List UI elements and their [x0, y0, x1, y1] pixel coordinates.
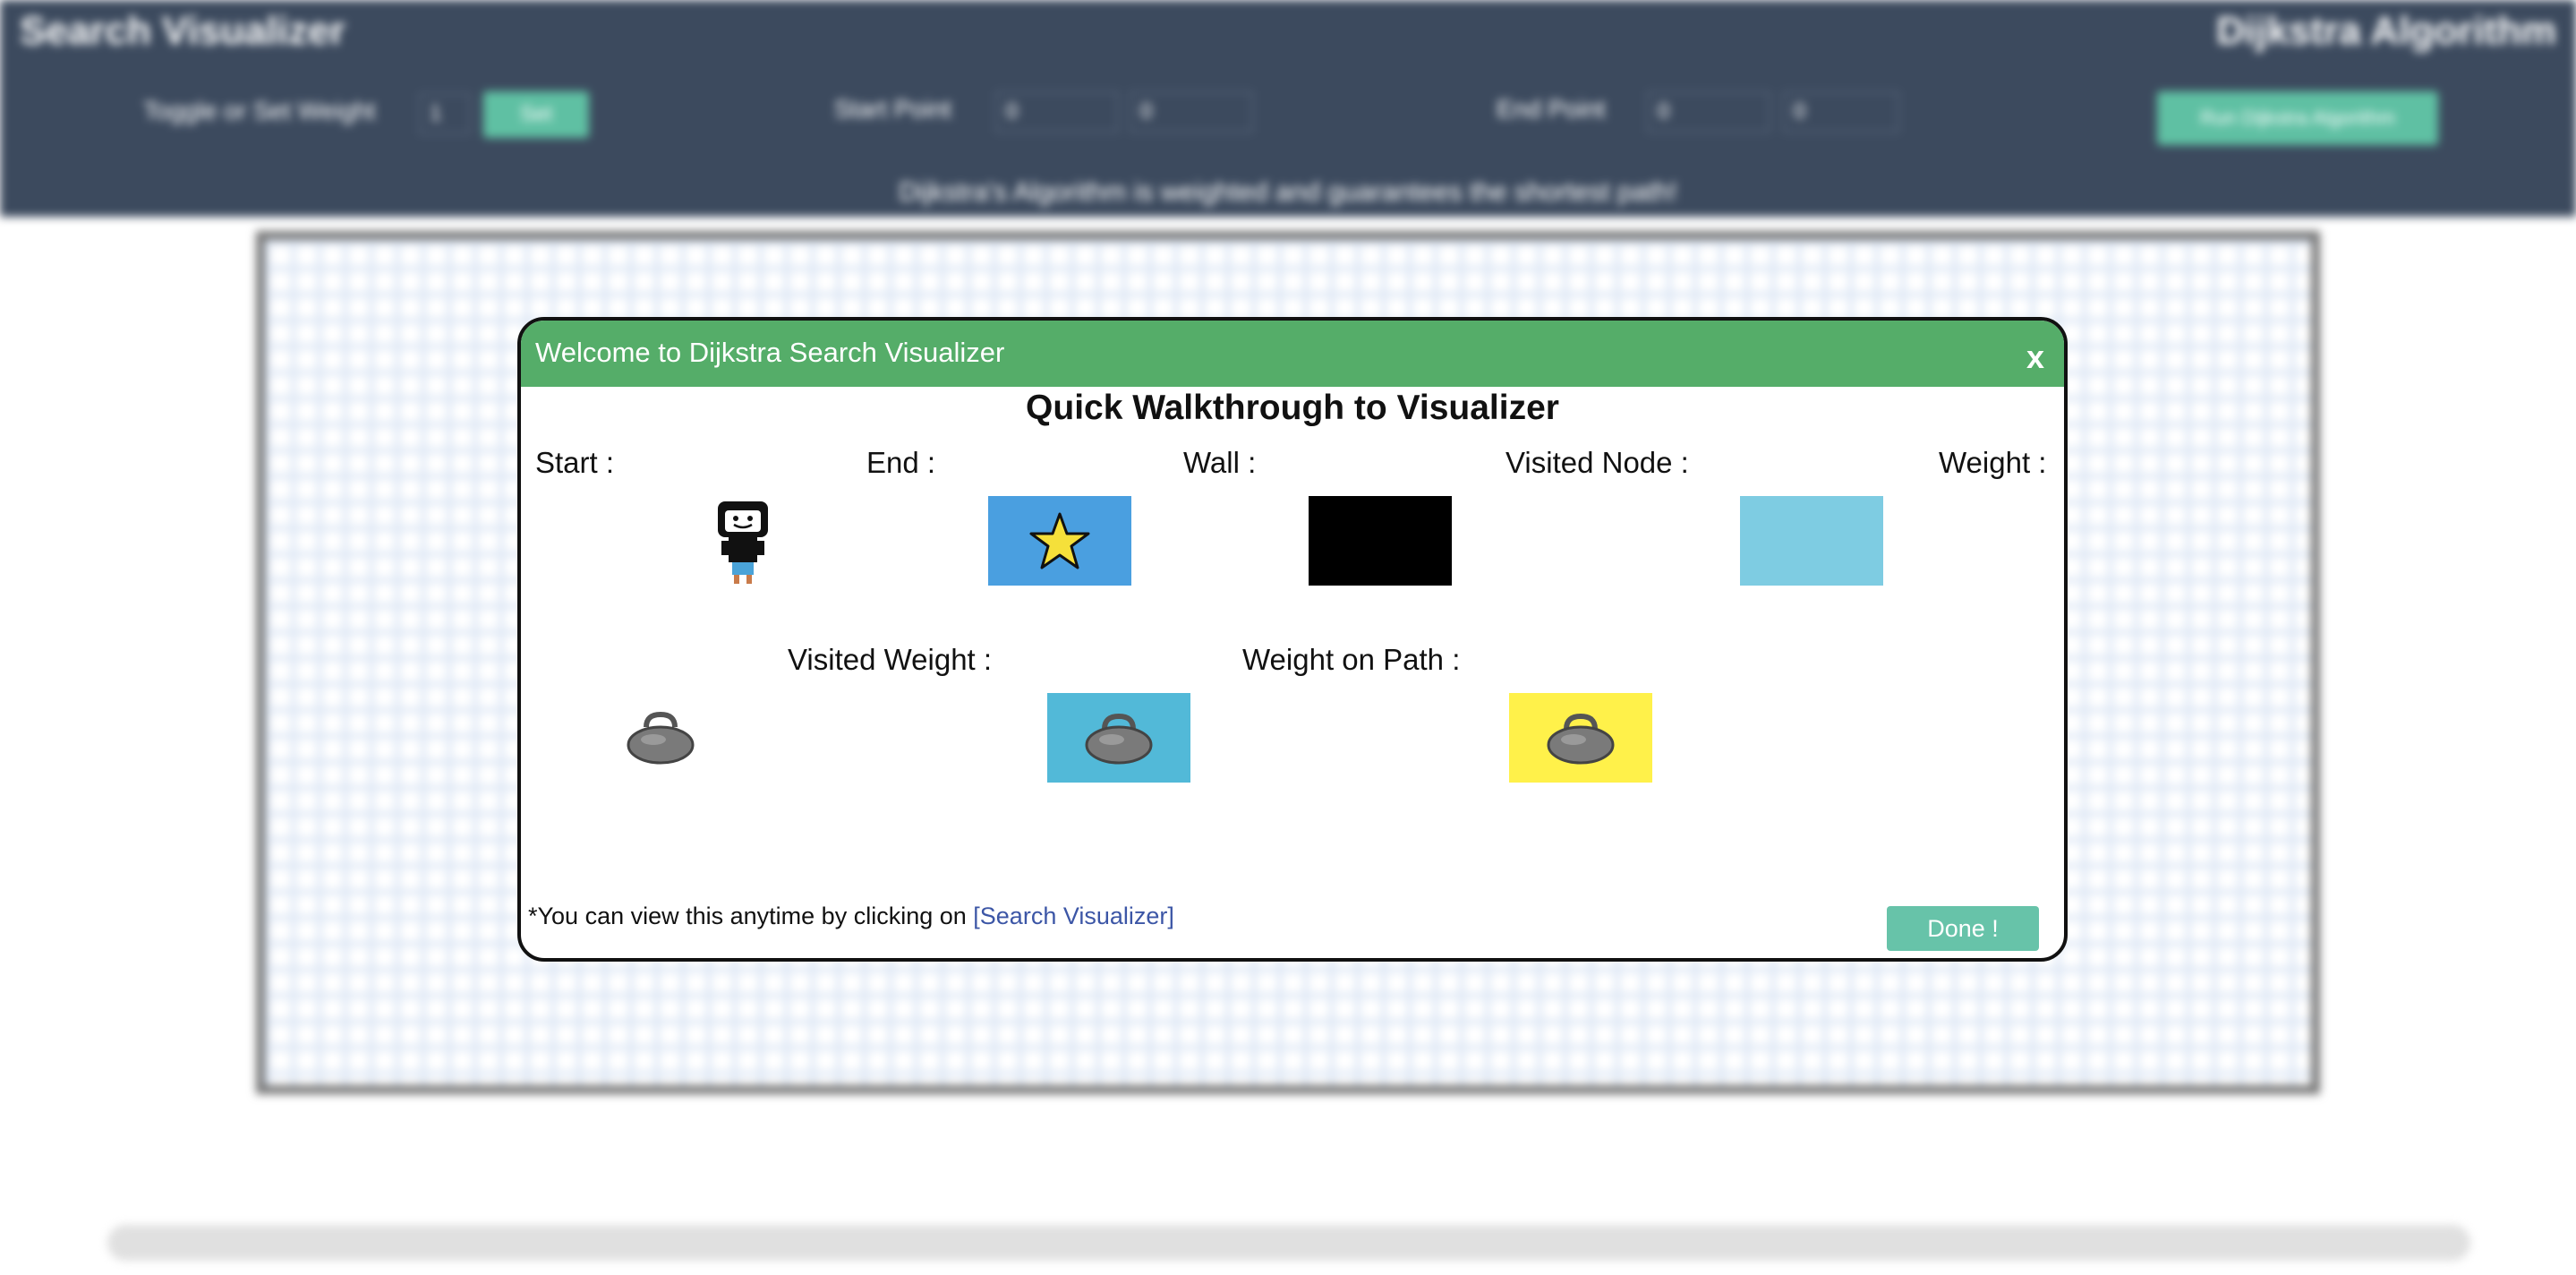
end-point-label: End Point [1497, 95, 1606, 123]
legend-weight-on-path-label: Weight on Path : [1242, 643, 1461, 676]
done-button[interactable]: Done ! [1887, 906, 2039, 951]
end-swatch [988, 496, 1131, 586]
algorithm-title: Dijkstra Algorithm [2216, 9, 2556, 53]
weight-input[interactable] [419, 93, 471, 134]
legend-visited-node-label: Visited Node : [1506, 446, 1689, 479]
kettlebell-icon [1547, 713, 1615, 765]
search-visualizer-link[interactable]: [Search Visualizer] [973, 903, 1174, 929]
footnote: *You can view this anytime by clicking o… [528, 903, 1174, 930]
legend-wall-label: Wall : [1183, 446, 1257, 479]
legend-end-label: End : [866, 446, 936, 479]
visited-weight-swatch [1047, 693, 1190, 783]
robot-character-icon [716, 500, 770, 586]
modal-title: Welcome to Dijkstra Search Visualizer [535, 337, 1005, 368]
start-point-label: Start Point [834, 95, 951, 123]
walkthrough-modal: Welcome to Dijkstra Search Visualizer x … [517, 317, 2068, 962]
set-weight-button[interactable]: Set [483, 91, 589, 138]
legend-weight-label: Weight : [1939, 446, 2047, 479]
weight-label: Toggle or Set Weight [143, 97, 376, 124]
weight-on-path-swatch [1509, 693, 1652, 783]
legend-visited-weight-label: Visited Weight : [788, 643, 993, 676]
run-algorithm-button[interactable]: Run Dijkstra Algorithm [2157, 91, 2438, 145]
footnote-text: *You can view this anytime by clicking o… [528, 903, 967, 929]
star-icon [1029, 512, 1090, 569]
modal-header: Welcome to Dijkstra Search Visualizer x [521, 321, 2064, 387]
end-col-input[interactable] [1783, 91, 1899, 133]
start-col-input[interactable] [1130, 91, 1253, 133]
start-row-input[interactable] [995, 91, 1119, 133]
visited-node-swatch [1740, 496, 1883, 586]
kettlebell-icon [1085, 713, 1153, 765]
kettlebell-icon [627, 711, 695, 765]
close-button[interactable]: x [2026, 338, 2044, 376]
footer-shadow [107, 1225, 2470, 1261]
legend-start-label: Start : [535, 446, 615, 479]
algorithm-tagline: Dijkstra's Algorithm is weighted and gua… [899, 177, 1677, 207]
walkthrough-heading: Quick Walkthrough to Visualizer [1026, 389, 1559, 427]
app-title[interactable]: Search Visualizer [20, 9, 345, 54]
app-header: Search Visualizer Dijkstra Algorithm Tog… [0, 0, 2576, 217]
end-row-input[interactable] [1647, 91, 1770, 133]
wall-swatch [1309, 496, 1452, 586]
